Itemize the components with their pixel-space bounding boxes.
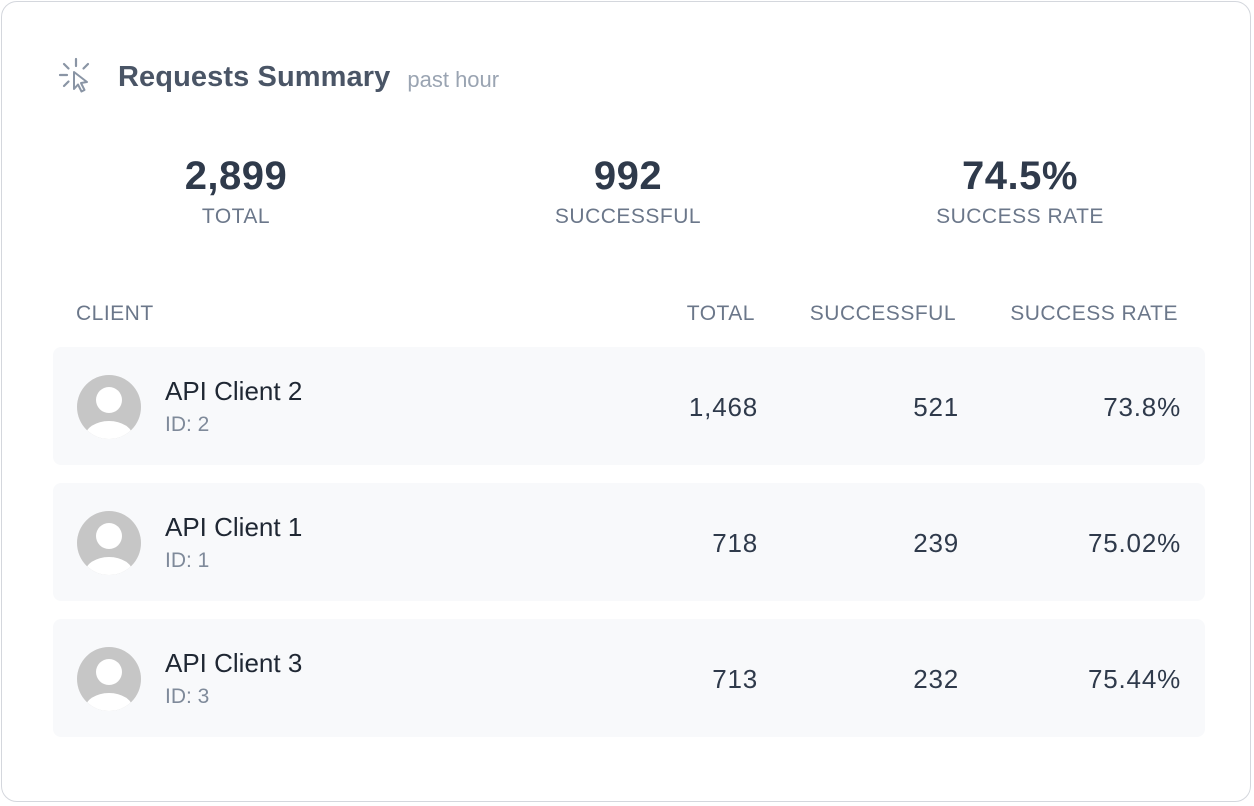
- card-subtitle: past hour: [407, 67, 500, 92]
- client-id: ID: 2: [165, 413, 210, 436]
- cell-total: 718: [712, 528, 758, 558]
- client-name: API Client 2: [165, 376, 303, 406]
- table-row[interactable]: API Client 2 ID: 2 1,468 521 73.8%: [53, 347, 1205, 465]
- cell-successful: 521: [913, 392, 959, 422]
- card-header: Requests Summary past hour: [57, 54, 499, 100]
- requests-summary-card: Requests Summary past hour 2,899 TOTAL 9…: [1, 1, 1251, 802]
- avatar: [77, 375, 141, 439]
- stat-successful-label: SUCCESSFUL: [554, 205, 702, 228]
- column-header-client: CLIENT: [76, 302, 154, 325]
- column-header-success-rate: SUCCESS RATE: [1010, 302, 1178, 325]
- table-row[interactable]: API Client 1 ID: 1 718 239 75.02%: [53, 483, 1205, 601]
- client-id: ID: 3: [165, 685, 210, 708]
- cell-success-rate: 73.8%: [1103, 392, 1181, 422]
- stat-success-rate-value: 74.5%: [962, 154, 1078, 198]
- client-id: ID: 1: [165, 549, 210, 572]
- cell-success-rate: 75.02%: [1088, 528, 1181, 558]
- card-title: Requests Summary: [118, 60, 391, 93]
- stat-success-rate: 74.5% SUCCESS RATE: [870, 152, 1170, 229]
- cell-successful: 232: [913, 664, 959, 694]
- stat-success-rate-label: SUCCESS RATE: [936, 205, 1104, 228]
- cursor-click-icon: [57, 55, 97, 99]
- column-header-total: TOTAL: [686, 302, 755, 325]
- client-name: API Client 1: [165, 512, 303, 542]
- cell-total: 1,468: [688, 392, 758, 422]
- cell-success-rate: 75.44%: [1088, 664, 1181, 694]
- client-name: API Client 3: [165, 648, 303, 678]
- cell-total: 713: [712, 664, 758, 694]
- column-header-successful: SUCCESSFUL: [809, 302, 956, 325]
- stat-successful: 992 SUCCESSFUL: [478, 152, 778, 229]
- stat-successful-value: 992: [593, 154, 663, 198]
- stat-total-value: 2,899: [184, 154, 288, 198]
- stat-total: 2,899 TOTAL: [86, 152, 386, 229]
- table-row[interactable]: API Client 3 ID: 3 713 232 75.44%: [53, 619, 1205, 737]
- avatar: [77, 511, 141, 575]
- avatar: [77, 647, 141, 711]
- stat-total-label: TOTAL: [201, 205, 271, 228]
- cell-successful: 239: [913, 528, 959, 558]
